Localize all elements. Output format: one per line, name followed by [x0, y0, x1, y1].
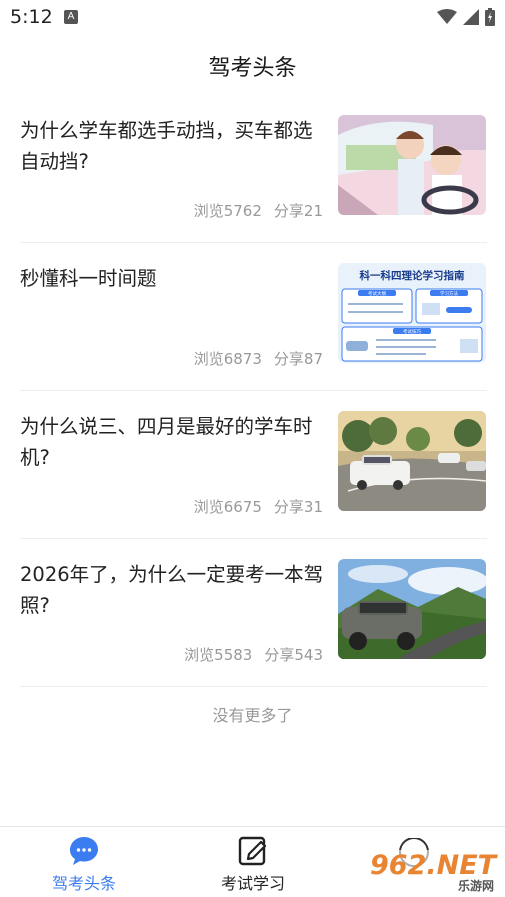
no-more-text: 没有更多了 — [212, 706, 293, 725]
share-count: 分享87 — [273, 350, 323, 368]
nav-tab-study[interactable]: 考试学习 — [188, 835, 318, 894]
article-stats: 浏览5762 分享21 — [194, 200, 323, 221]
article-feed: 为什么学车都选手动挡，买车都选自动挡? 浏览5762 分享21 秒懂科一时间题 — [20, 95, 487, 687]
page-title: 驾考头条 — [208, 56, 297, 81]
wifi-icon — [437, 9, 457, 24]
nav-label: 驾考头条 — [51, 874, 116, 893]
article-stats: 浏览6675 分享31 — [194, 496, 323, 517]
view-count: 浏览5583 — [184, 646, 253, 664]
article-item[interactable]: 为什么学车都选手动挡，买车都选自动挡? 浏览5762 分享21 — [20, 95, 487, 243]
article-item[interactable]: 2026年了，为什么一定要考一本驾照? 浏览5583 分享543 — [20, 539, 487, 687]
guide-tag-1: 考试大纲 — [368, 290, 386, 297]
status-bar: 5:12 A — [0, 0, 505, 36]
article-item[interactable]: 秒懂科一时间题 浏览6873 分享87 科一科四理论学习指南 考试大纲 学习方法 … — [20, 243, 487, 391]
share-count: 分享31 — [273, 498, 323, 516]
status-time: 5:12 — [10, 6, 53, 28]
share-count: 分享21 — [273, 202, 323, 220]
article-title: 2026年了，为什么一定要考一本驾照? — [20, 563, 324, 617]
watermark-sub: 乐游网 — [458, 878, 494, 893]
notification-a-icon: A — [64, 10, 78, 24]
article-thumbnail[interactable] — [338, 559, 486, 659]
article-title: 秒懂科一时间题 — [20, 267, 157, 290]
watermark-text: 962.NET — [370, 850, 499, 881]
article-title: 为什么说三、四月是最好的学车时机? — [20, 415, 313, 469]
share-count: 分享543 — [264, 646, 323, 664]
article-item[interactable]: 为什么说三、四月是最好的学车时机? 浏览6675 分享31 — [20, 391, 487, 539]
driving-school-photo — [338, 411, 486, 511]
car-interior-illustration — [338, 115, 486, 215]
article-thumbnail[interactable] — [338, 115, 486, 215]
article-thumbnail[interactable]: 科一科四理论学习指南 考试大纲 学习方法 考试技巧 — [338, 263, 486, 363]
article-title: 为什么学车都选手动挡，买车都选自动挡? — [20, 119, 313, 173]
guide-title: 科一科四理论学习指南 — [360, 269, 465, 282]
status-icons — [437, 8, 495, 26]
signal-icon — [463, 9, 479, 25]
study-guide-graphic: 科一科四理论学习指南 考试大纲 学习方法 考试技巧 — [338, 263, 486, 363]
view-count: 浏览6873 — [193, 350, 262, 368]
battery-icon — [485, 8, 495, 26]
guide-tag-2: 学习方法 — [440, 290, 458, 297]
article-stats: 浏览5583 分享543 — [184, 644, 323, 665]
chat-bubble-icon — [68, 835, 100, 867]
view-count: 浏览6675 — [193, 498, 262, 516]
site-watermark: 962.NET 乐游网 — [368, 837, 503, 896]
edit-note-icon — [237, 835, 269, 867]
view-count: 浏览5762 — [193, 202, 262, 220]
nav-label: 考试学习 — [220, 874, 285, 893]
nav-tab-headlines[interactable]: 驾考头条 — [19, 835, 149, 894]
guide-tag-3: 考试技巧 — [403, 328, 421, 335]
suv-mountain-photo — [338, 559, 486, 659]
article-thumbnail[interactable] — [338, 411, 486, 511]
article-stats: 浏览6873 分享87 — [194, 348, 323, 369]
